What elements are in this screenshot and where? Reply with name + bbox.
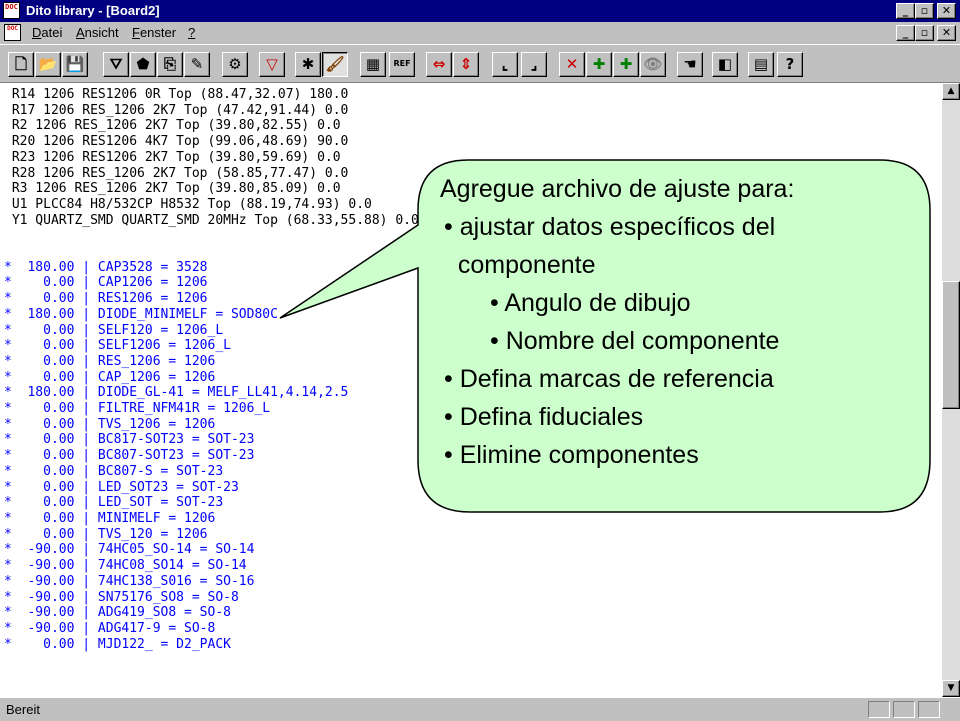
callout-item: componente — [444, 251, 596, 279]
callout-item: • ajustar datos específicos del — [444, 213, 776, 241]
callout-item: • Elimine componentes — [444, 441, 699, 469]
callout-text: Agregue archivo de ajuste para: • ajusta… — [440, 170, 920, 474]
status-panel-1 — [868, 701, 890, 718]
status-panel-3 — [918, 701, 940, 718]
status-panel-2 — [893, 701, 915, 718]
callout-item: • Nombre del componente — [490, 327, 780, 355]
status-bar: Bereit — [0, 697, 960, 721]
status-text: Bereit — [6, 702, 40, 717]
callout-item: • Defina marcas de referencia — [444, 365, 774, 393]
callout-item: • Angulo de dibujo — [490, 289, 691, 317]
callout-heading: Agregue archivo de ajuste para: — [440, 175, 795, 203]
callout-item: • Defina fiduciales — [444, 403, 644, 431]
callout-list: • ajustar datos específicos del componen… — [440, 208, 920, 474]
